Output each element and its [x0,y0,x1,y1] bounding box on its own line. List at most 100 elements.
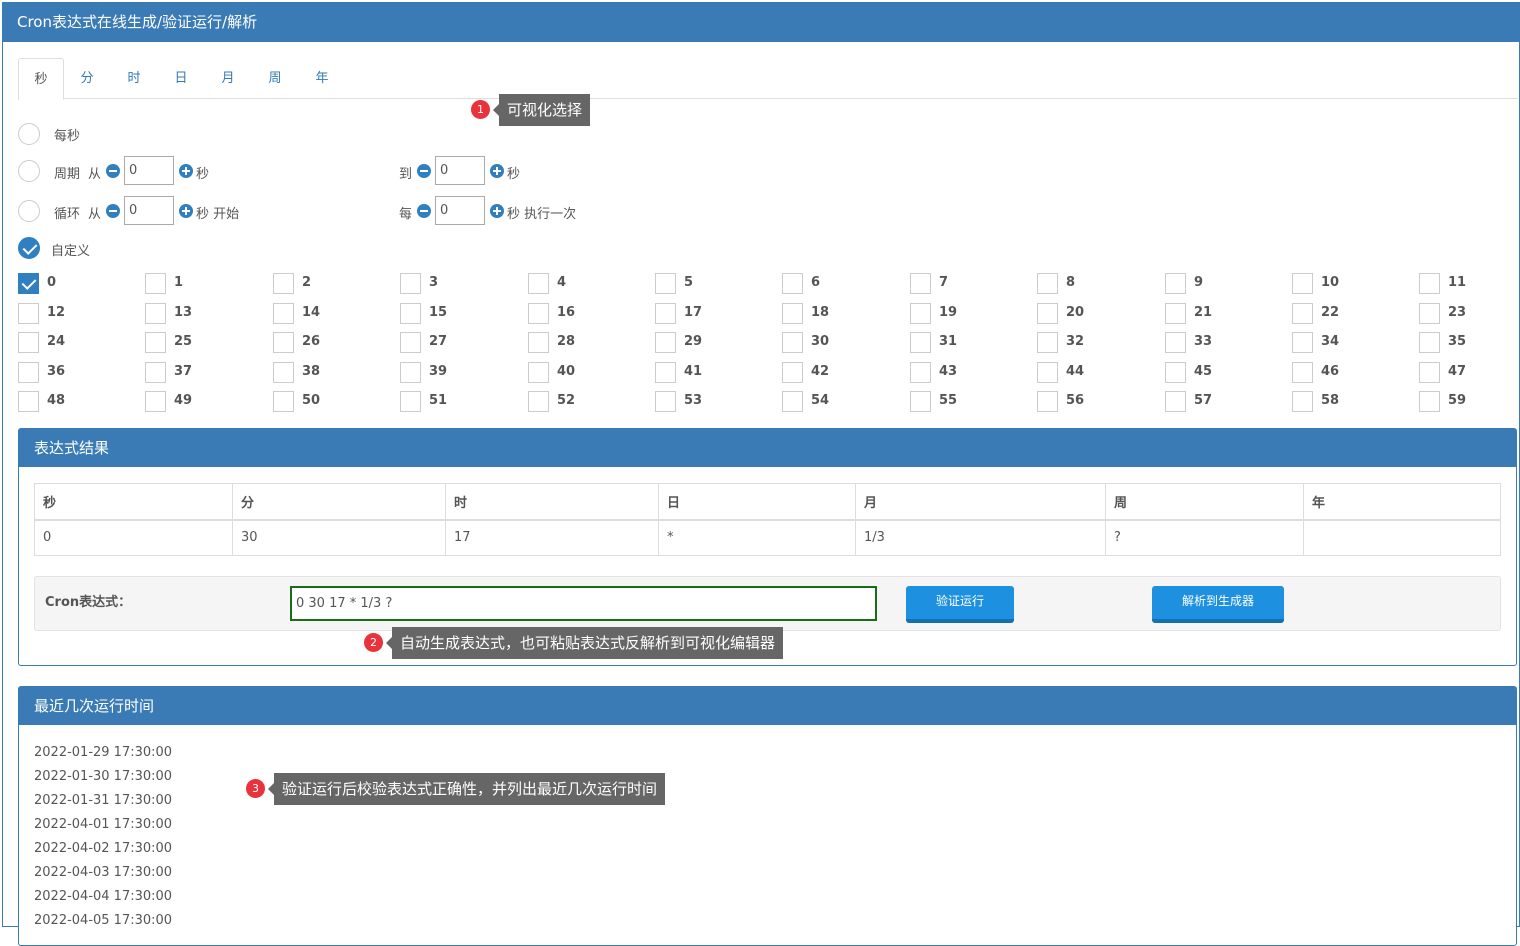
second-checkbox-57[interactable] [1165,391,1186,412]
second-checkbox-36[interactable] [18,362,39,383]
parse-to-generator-button[interactable]: 解析到生成器 [1152,586,1284,623]
second-checkbox-4[interactable] [528,273,549,294]
second-checkbox-58[interactable] [1292,391,1313,412]
minus-icon[interactable] [106,204,120,218]
second-checkbox-48[interactable] [18,391,39,412]
second-checkbox-38[interactable] [273,362,294,383]
second-checkbox-53[interactable] [655,391,676,412]
second-checkbox-52[interactable] [528,391,549,412]
tab-hour[interactable]: 时 [123,58,145,99]
second-checkbox-24[interactable] [18,332,39,353]
second-checkbox-31[interactable] [910,332,931,353]
result-table: 秒 分 时 日 月 周 年 0 30 17 * 1/3 ? [34,483,1501,556]
minus-icon[interactable] [417,164,431,178]
second-checkbox-1[interactable] [145,273,166,294]
period-from-input[interactable]: 0 [124,156,174,185]
second-checkbox-26[interactable] [273,332,294,353]
tab-day[interactable]: 日 [170,58,192,99]
second-checkbox-0[interactable] [18,273,39,294]
second-checkbox-19[interactable] [910,303,931,324]
second-checkbox-label: 37 [174,364,193,379]
second-checkbox-label: 30 [811,334,830,349]
radio-custom[interactable] [18,237,40,259]
second-checkbox-37[interactable] [145,362,166,383]
radio-every[interactable] [18,123,40,145]
radio-loop[interactable] [18,200,40,222]
second-checkbox-label: 46 [1321,364,1340,379]
second-checkbox-8[interactable] [1037,273,1058,294]
tip-badge-2: 2 [364,633,383,652]
second-checkbox-12[interactable] [18,303,39,324]
second-checkbox-5[interactable] [655,273,676,294]
second-checkbox-18[interactable] [782,303,803,324]
second-checkbox-54[interactable] [782,391,803,412]
second-checkbox-3[interactable] [400,273,421,294]
second-checkbox-label: 54 [811,393,830,408]
tip-badge-1: 1 [471,100,490,119]
tab-week[interactable]: 周 [264,58,286,99]
minus-icon[interactable] [106,164,120,178]
second-checkbox-28[interactable] [528,332,549,353]
second-checkbox-44[interactable] [1037,362,1058,383]
second-checkbox-21[interactable] [1165,303,1186,324]
second-checkbox-11[interactable] [1419,273,1440,294]
tab-month[interactable]: 月 [217,58,239,99]
second-checkbox-49[interactable] [145,391,166,412]
second-checkbox-23[interactable] [1419,303,1440,324]
minus-icon[interactable] [417,204,431,218]
second-checkbox-43[interactable] [910,362,931,383]
cell-second: 0 [34,519,233,556]
second-checkbox-label: 35 [1448,334,1467,349]
second-checkbox-25[interactable] [145,332,166,353]
second-checkbox-46[interactable] [1292,362,1313,383]
cron-input[interactable]: 0 30 17 * 1/3 ? [290,586,877,621]
second-checkbox-29[interactable] [655,332,676,353]
tab-second[interactable]: 秒 [18,58,64,100]
plus-icon[interactable] [490,204,504,218]
plus-icon[interactable] [179,204,193,218]
second-checkbox-35[interactable] [1419,332,1440,353]
second-checkbox-7[interactable] [910,273,931,294]
second-checkbox-40[interactable] [528,362,549,383]
loop-every-input[interactable]: 0 [435,196,485,225]
second-checkbox-39[interactable] [400,362,421,383]
plus-icon[interactable] [490,164,504,178]
second-checkbox-9[interactable] [1165,273,1186,294]
second-checkbox-50[interactable] [273,391,294,412]
second-checkbox-27[interactable] [400,332,421,353]
second-checkbox-30[interactable] [782,332,803,353]
second-checkbox-6[interactable] [782,273,803,294]
radio-period[interactable] [18,160,40,182]
second-checkbox-55[interactable] [910,391,931,412]
second-checkbox-17[interactable] [655,303,676,324]
second-checkbox-10[interactable] [1292,273,1313,294]
second-checkbox-47[interactable] [1419,362,1440,383]
loop-from-input[interactable]: 0 [124,196,174,225]
unit-tabs: 秒 分 时 日 月 周 年 [18,58,1518,100]
plus-icon[interactable] [179,164,193,178]
second-checkbox-label: 36 [47,364,66,379]
tab-year[interactable]: 年 [311,58,333,99]
second-checkbox-59[interactable] [1419,391,1440,412]
second-checkbox-42[interactable] [782,362,803,383]
second-checkbox-16[interactable] [528,303,549,324]
second-checkbox-45[interactable] [1165,362,1186,383]
second-checkbox-14[interactable] [273,303,294,324]
second-checkbox-56[interactable] [1037,391,1058,412]
second-checkbox-33[interactable] [1165,332,1186,353]
second-checkbox-51[interactable] [400,391,421,412]
second-checkbox-20[interactable] [1037,303,1058,324]
second-checkbox-13[interactable] [145,303,166,324]
second-checkbox-label: 59 [1448,393,1467,408]
second-checkbox-32[interactable] [1037,332,1058,353]
second-checkbox-34[interactable] [1292,332,1313,353]
second-checkbox-22[interactable] [1292,303,1313,324]
period-to-input[interactable]: 0 [435,156,485,185]
second-checkbox-label: 43 [939,364,958,379]
second-checkbox-2[interactable] [273,273,294,294]
tooltip-auto-generate: 自动生成表达式，也可粘贴表达式反解析到可视化编辑器 [385,627,784,659]
second-checkbox-41[interactable] [655,362,676,383]
tab-minute[interactable]: 分 [76,58,98,99]
verify-run-button[interactable]: 验证运行 [906,586,1014,623]
second-checkbox-15[interactable] [400,303,421,324]
